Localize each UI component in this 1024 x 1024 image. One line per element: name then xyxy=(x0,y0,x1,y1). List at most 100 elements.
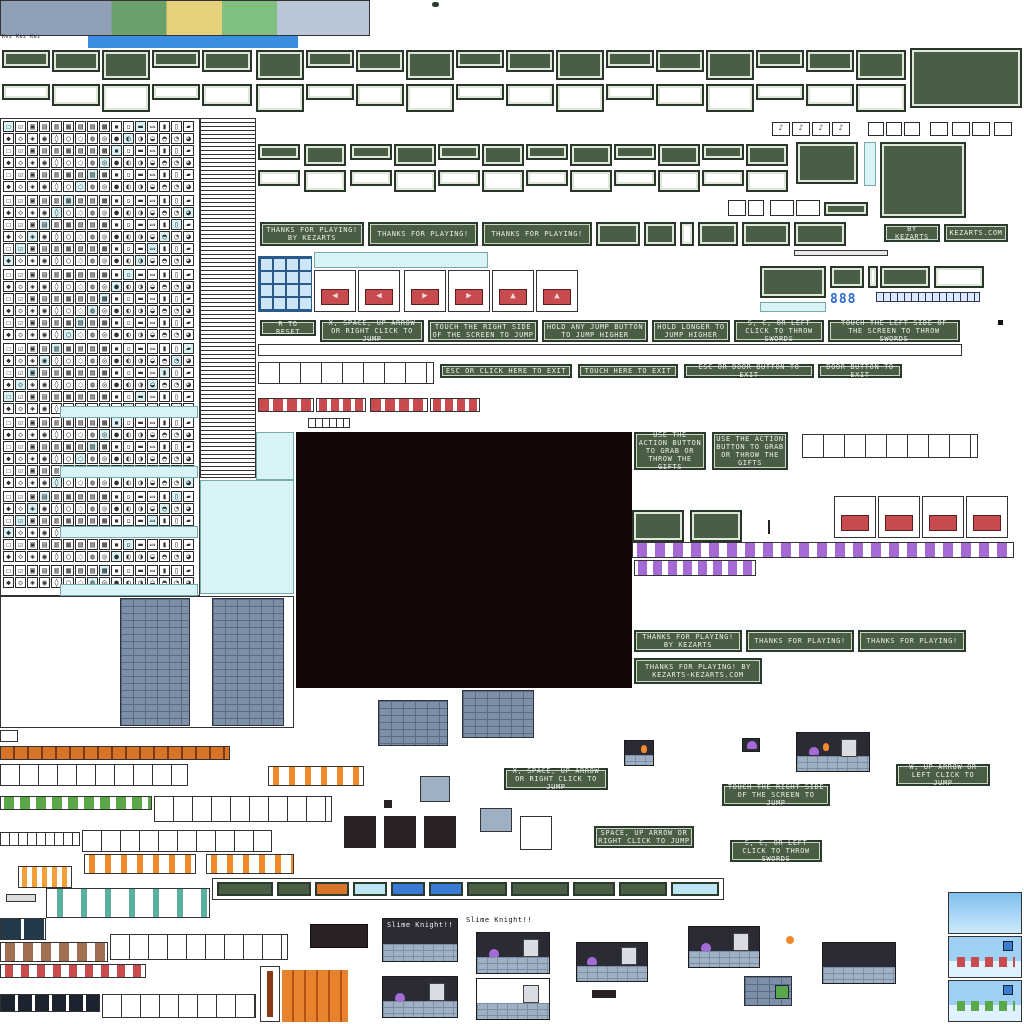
glyph-tile: ◔ xyxy=(171,379,182,390)
glyph-tile: ▧ xyxy=(75,391,86,402)
thanks-button-2[interactable]: Thanks for playing! xyxy=(368,222,478,246)
glyph-tile: ▮ xyxy=(159,417,170,428)
right-arrow-button-1[interactable]: ▶ xyxy=(404,270,446,312)
glyph-tile: ● xyxy=(111,305,122,316)
mid-dark-big-2 xyxy=(880,142,966,218)
r-reset-button[interactable]: R to reset xyxy=(260,320,316,336)
glyph-tile: ◉ xyxy=(39,429,50,440)
glyph-tile: ▬ xyxy=(135,293,146,304)
glyph-tile: ▬ xyxy=(135,243,146,254)
glyph-tile: ▮ xyxy=(159,491,170,502)
glyph-tile: ◕ xyxy=(183,477,194,488)
bar-icon-1[interactable] xyxy=(868,122,884,136)
glyph-tile: ◇ xyxy=(15,231,26,242)
gift-icon xyxy=(1003,941,1013,951)
by-kezarts-button[interactable]: By Kezarts xyxy=(884,224,940,242)
thanks-button-7[interactable]: Thanks for playing! by Kezarts-Kezarts.c… xyxy=(634,658,762,684)
bar-icon-6[interactable] xyxy=(972,122,990,136)
slime-knight-title-2: Slime Knight!! xyxy=(466,916,533,924)
music-icon-3[interactable]: ♪ xyxy=(812,122,830,136)
glyph-tile: ☑ xyxy=(15,293,26,304)
music-icon-2[interactable]: ♪ xyxy=(792,122,810,136)
esc-exit-button[interactable]: Esc or click here to exit xyxy=(440,364,572,378)
right-arrow-button-2[interactable]: ▶ xyxy=(448,270,490,312)
glyph-tile: ▫ xyxy=(123,539,134,550)
bar-icon-4[interactable] xyxy=(930,122,948,136)
mid-light-10 xyxy=(658,170,700,192)
left-arrow-button-1[interactable]: ◀ xyxy=(314,270,356,312)
music-icon-1[interactable]: ♪ xyxy=(772,122,790,136)
glyph-tile: ◎ xyxy=(99,305,110,316)
left-arrow-button-2[interactable]: ◀ xyxy=(358,270,400,312)
blue-dpad-grid[interactable] xyxy=(258,256,312,312)
glyph-tile: ◔ xyxy=(171,305,182,316)
thanks-button-5[interactable]: Thanks for playing! xyxy=(746,630,854,652)
gift-button-3[interactable] xyxy=(922,496,964,538)
settings-icon-2[interactable] xyxy=(748,200,764,216)
color-bar-dark-2 xyxy=(277,882,311,896)
hold-longer-button[interactable]: Hold longer to jump higher xyxy=(652,320,730,342)
jump-instructions-button-1[interactable]: X, space, up arrow or right click to jum… xyxy=(320,319,424,343)
mid-dark-5 xyxy=(438,144,480,160)
glyph-tile: ◕ xyxy=(183,207,194,218)
scene-floor xyxy=(477,1003,549,1019)
orange-roof-tiles xyxy=(282,970,348,1022)
thanks-button-3[interactable]: Thanks for playing! xyxy=(482,222,592,246)
bar-icon-7[interactable] xyxy=(994,122,1012,136)
sky-tile-3 xyxy=(948,980,1022,1022)
glyph-tile: ▯ xyxy=(171,195,182,206)
esc-door-exit-button[interactable]: Esc or door button to exit xyxy=(684,363,814,379)
glyph-tile: ◍ xyxy=(87,503,98,514)
touch-right-button-2[interactable]: Touch the right side of the screen to ju… xyxy=(722,783,830,807)
action-gifts-button-1[interactable]: Use the action button to grab or throw t… xyxy=(634,431,706,471)
glyph-tile: ▯ xyxy=(171,317,182,328)
bar-icon-5[interactable] xyxy=(952,122,970,136)
door-exit-button[interactable]: Door button to exit xyxy=(818,363,902,379)
kezarts-com-button[interactable]: Kezarts.com xyxy=(944,224,1008,242)
glyph-tile: ◕ xyxy=(183,281,194,292)
red-sprite-group-2 xyxy=(316,398,366,412)
thanks-plain-2 xyxy=(644,222,676,246)
touch-right-button[interactable]: Touch the right side of the screen to ju… xyxy=(428,320,538,342)
glyph-tile: ◒ xyxy=(147,231,158,242)
game-canvas[interactable] xyxy=(296,432,632,688)
space-jump-button[interactable]: Space, up arrow or right click to jump xyxy=(594,826,694,848)
settings-icon-4[interactable] xyxy=(796,200,820,216)
throw-swords-button-1[interactable]: S, C, or left click to throw swords xyxy=(734,319,824,343)
bar-icon-2[interactable] xyxy=(886,122,902,136)
glyph-tile: ● xyxy=(111,231,122,242)
glyph-tile: ▧ xyxy=(75,441,86,452)
up-arrow-button-1[interactable]: ▲ xyxy=(492,270,534,312)
glyph-tile: ◎ xyxy=(99,379,110,390)
w-up-button[interactable]: W, up arrow or left click to jump xyxy=(896,763,990,787)
touch-exit-button[interactable]: Touch here to exit xyxy=(578,364,678,378)
music-icon-4[interactable]: ♪ xyxy=(832,122,850,136)
gift-button-1[interactable] xyxy=(834,496,876,538)
settings-icon-1[interactable] xyxy=(728,200,746,216)
hold-jump-button[interactable]: Hold any jump button to jump higher xyxy=(542,320,648,342)
glyph-tile: ◉ xyxy=(39,207,50,218)
glyph-tile: ▰ xyxy=(183,317,194,328)
thanks-button-4[interactable]: Thanks for playing! by Kezarts xyxy=(634,630,742,652)
settings-icon-3[interactable] xyxy=(770,200,794,216)
glyph-grid: ☐ ☑ ▣ ▤ ▥ ▦ ▧ ▨ ▩ ▪ ▫ ▬ ▭ ▮ ▯ ▰ ◆ ◇ ◈ ◉ ◊ ○ ◌ ◍ ◎ ● ◐ ◑ ◒ ◓ ◔ ◕ ☐ ☑ ▣ ▤ ▥ ▦ ▧ ▨… xyxy=(0,118,200,596)
thanks-button-1[interactable]: Thanks for playing! by Kezarts xyxy=(260,222,364,246)
thanks-button-6[interactable]: Thanks for playing! xyxy=(858,630,966,652)
action-gifts-button-2[interactable]: Use the action button to grab or throw t… xyxy=(712,432,788,470)
gift-button-2[interactable] xyxy=(878,496,920,538)
glyph-tile: ◕ xyxy=(183,255,194,266)
glyph-tile: ◕ xyxy=(183,157,194,168)
up-arrow-button-2[interactable]: ▲ xyxy=(536,270,578,312)
touch-left-button[interactable]: Touch the left side of the screen to thr… xyxy=(828,319,960,343)
jump-instructions-button-2[interactable]: X, space, up arrow or right click to jum… xyxy=(504,767,608,791)
bar-icon-3[interactable] xyxy=(904,122,920,136)
gift-button-4[interactable] xyxy=(966,496,1008,538)
throw-swords-button-2[interactable]: S, C, or left click to throw swords xyxy=(730,839,822,863)
glyph-tile: ▥ xyxy=(51,491,62,502)
mid-dark-11 xyxy=(702,144,744,160)
glyph-tile: ◓ xyxy=(159,231,170,242)
glyph-tile: ▣ xyxy=(27,195,38,206)
glyph-tile: ▩ xyxy=(99,293,110,304)
right-dark-panel-1 xyxy=(760,266,826,298)
glyph-tile: ◍ xyxy=(87,231,98,242)
